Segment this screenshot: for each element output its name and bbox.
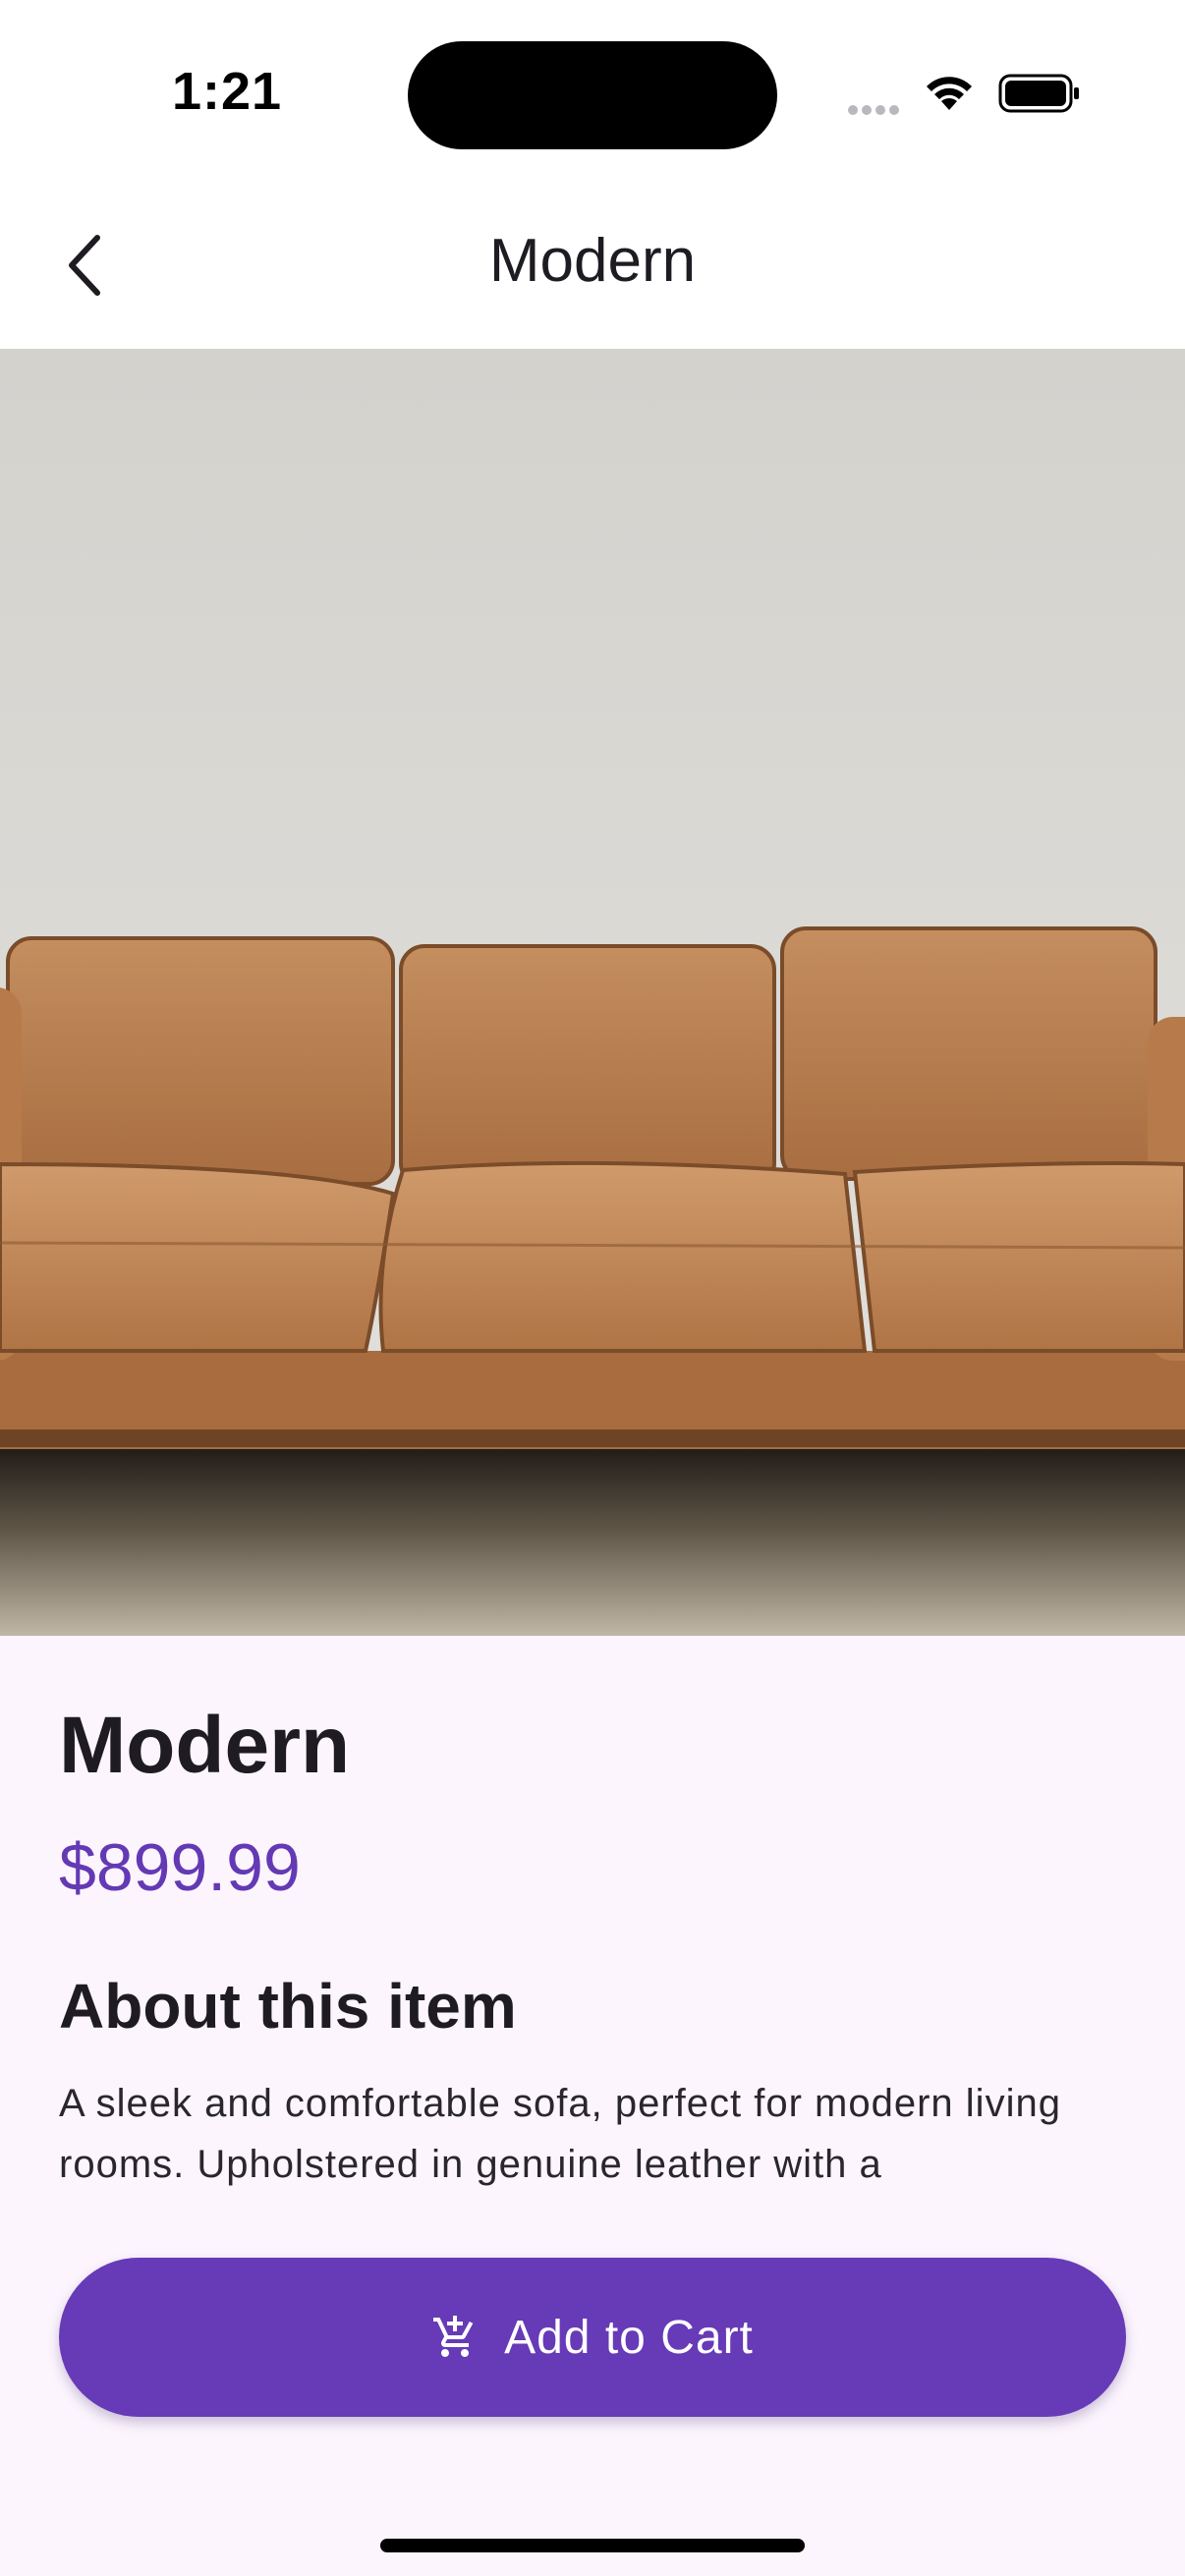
home-indicator (380, 2539, 805, 2552)
product-price: $899.99 (59, 1830, 301, 1905)
product-title: Modern (59, 1701, 351, 1790)
navigation-bar: Modern (0, 187, 1185, 349)
page-title: Modern (488, 227, 697, 295)
battery-icon (998, 73, 1081, 119)
status-time: 1:21 (172, 62, 283, 121)
add-to-cart-button[interactable]: Add to Cart (59, 2258, 1126, 2417)
dynamic-island (408, 41, 777, 149)
product-image (0, 349, 1185, 1636)
wifi-icon (924, 73, 975, 117)
add-to-cart-label: Add to Cart (504, 2311, 754, 2364)
about-heading: About this item (59, 1971, 517, 2042)
product-description: A sleek and comfortable sofa, perfect fo… (59, 2082, 1061, 2186)
status-bar: 1:21 (0, 0, 1185, 187)
add-shopping-cart-icon (433, 2316, 474, 2357)
cellular-signal-icon (848, 102, 903, 120)
